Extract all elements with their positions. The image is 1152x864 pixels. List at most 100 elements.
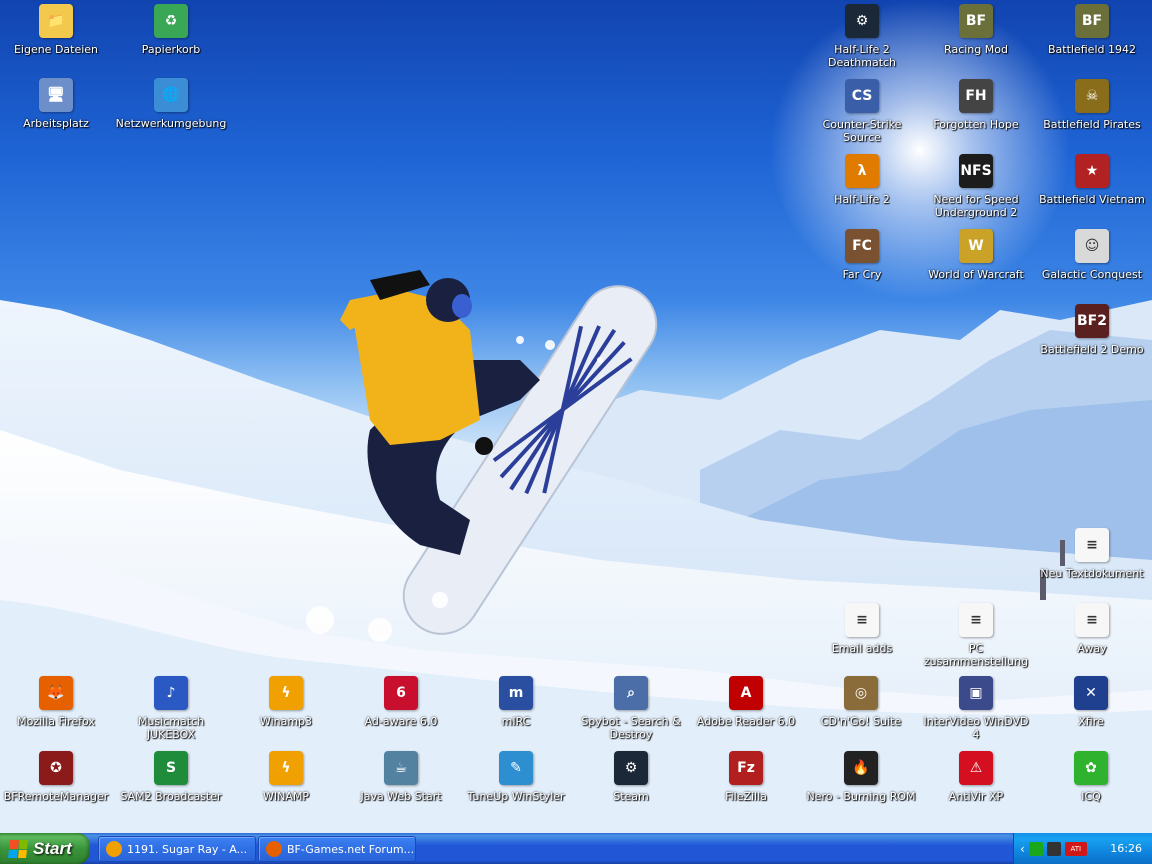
- desktop-icon-label: Half-Life 2: [834, 193, 890, 206]
- desktop-icon-antivir-xp[interactable]: ⚠ AntiVir XP: [920, 751, 1032, 821]
- computer-icon: 🖥: [39, 78, 73, 112]
- folder-icon: 📁: [39, 4, 73, 38]
- desktop-icon-label: FileZilla: [725, 790, 767, 803]
- battlefield-icon: BF2: [1075, 304, 1109, 338]
- cd-icon: ◎: [844, 676, 878, 710]
- desktop-icon-half-life-2[interactable]: λ Half-Life 2: [806, 154, 918, 224]
- nero-icon: 🔥: [844, 751, 878, 785]
- desktop-icon-winamp3[interactable]: ϟ Winamp3: [230, 676, 342, 746]
- winamp-icon: [106, 841, 122, 857]
- antivir-icon: ⚠: [959, 751, 993, 785]
- desktop-icon-cd-n-go-suite[interactable]: ◎ CD'n'Go! Suite: [805, 676, 917, 746]
- desktop-icon-mozilla-firefox[interactable]: 🦊 Mozilla Firefox: [0, 676, 112, 746]
- desktop-icon-racing-mod[interactable]: BF Racing Mod: [920, 4, 1032, 74]
- network-activity-icon[interactable]: [1028, 841, 1043, 856]
- steam-icon: ⚙: [845, 4, 879, 38]
- desktop-icon-world-of-warcraft[interactable]: W World of Warcraft: [920, 229, 1032, 299]
- desktop-icon-label: Email adds: [831, 642, 893, 655]
- desktop-icon-label: Ad-aware 6.0: [364, 715, 438, 728]
- desktop-icon-label: Nero - Burning ROM: [806, 790, 916, 803]
- desktop-icon-intervideo-windvd-4[interactable]: ▣ InterVideo WinDVD 4: [920, 676, 1032, 746]
- desktop-icon-half-life-2-deathmatch[interactable]: ⚙ Half-Life 2 Deathmatch: [806, 4, 918, 74]
- desktop-icon-label: BFRemoteManager: [3, 790, 109, 803]
- desktop-icon-nero-burning-rom[interactable]: 🔥 Nero - Burning ROM: [805, 751, 917, 821]
- desktop-icon-label: Away: [1077, 642, 1107, 655]
- start-button[interactable]: Start: [0, 833, 90, 864]
- desktop-icon-label: Battlefield 1942: [1048, 43, 1136, 56]
- far-cry-icon: FC: [845, 229, 879, 263]
- clock[interactable]: 16:26: [1110, 842, 1142, 855]
- taskbar: Start 1191. Sugar Ray - A... BF-Games.ne…: [0, 833, 1152, 864]
- desktop-icon-galactic-conquest[interactable]: ☺ Galactic Conquest: [1036, 229, 1148, 299]
- desktop-icon-filezilla[interactable]: Fz FileZilla: [690, 751, 802, 821]
- java-icon: ☕: [384, 751, 418, 785]
- desktop-icon-battlefield-pirates[interactable]: ☠ Battlefield Pirates: [1036, 79, 1148, 149]
- desktop-icon-bfremotemanager[interactable]: ✪ BFRemoteManager: [0, 751, 112, 821]
- desktop-icon-papierkorb[interactable]: ♻ Papierkorb: [115, 4, 227, 74]
- desktop-icon-adobe-reader-6-0[interactable]: A Adobe Reader 6.0: [690, 676, 802, 746]
- desktop-icon-counter-strike-source[interactable]: CS Counter-Strike Source: [806, 79, 918, 149]
- desktop-icon-away[interactable]: ≡ Away: [1036, 603, 1148, 673]
- desktop-icon-label: Half-Life 2 Deathmatch: [827, 43, 897, 69]
- mirc-icon: m: [499, 676, 533, 710]
- desktop-icon-label: CD'n'Go! Suite: [820, 715, 902, 728]
- desktop-icon-eigene-dateien[interactable]: 📁 Eigene Dateien: [0, 4, 112, 74]
- text-document-icon: ≡: [1075, 528, 1109, 562]
- desktop-icon-label: ICQ: [1081, 790, 1101, 803]
- desktop-icon-label: Spybot - Search & Destroy: [581, 715, 681, 741]
- desktop-icon-label: Far Cry: [842, 268, 882, 281]
- desktop-icon-label: Steam: [613, 790, 649, 803]
- desktop-icon-need-for-speed-underground-2[interactable]: NFS Need for Speed Underground 2: [920, 154, 1032, 224]
- desktop-icon-forgotten-hope[interactable]: FH Forgotten Hope: [920, 79, 1032, 149]
- desktop-icon-label: Papierkorb: [141, 43, 201, 56]
- desktop-icon-icq[interactable]: ✿ ICQ: [1035, 751, 1147, 821]
- desktop-icon-sam2-broadcaster[interactable]: S SAM2 Broadcaster: [115, 751, 227, 821]
- desktop-icon-mirc[interactable]: m mIRC: [460, 676, 572, 746]
- desktop-icon-steam[interactable]: ⚙ Steam: [575, 751, 687, 821]
- desktop-icon-label: Need for Speed Underground 2: [933, 193, 1019, 219]
- recycle-bin-icon: ♻: [154, 4, 188, 38]
- taskbar-button-winamp[interactable]: 1191. Sugar Ray - A...: [98, 836, 256, 862]
- network-icon: 🌐: [154, 78, 188, 112]
- desktop-icon-battlefield-1942[interactable]: BF Battlefield 1942: [1036, 4, 1148, 74]
- firefox-icon: 🦊: [39, 676, 73, 710]
- desktop-icon-pc-zusammenstellung[interactable]: ≡ PC zusammenstellung: [920, 603, 1032, 673]
- musicmatch-icon: ♪: [154, 676, 188, 710]
- pirates-icon: ☠: [1075, 79, 1109, 113]
- desktop-icon-label: Galactic Conquest: [1041, 268, 1143, 281]
- start-label: Start: [33, 838, 72, 858]
- desktop-icon-label: Netzwerkumgebung: [115, 117, 227, 130]
- desktop-icon-tuneup-winstyler[interactable]: ✎ TuneUp WinStyler: [460, 751, 572, 821]
- desktop-icon-label: SAM2 Broadcaster: [120, 790, 222, 803]
- adobe-reader-icon: A: [729, 676, 763, 710]
- task-label: 1191. Sugar Ray - A...: [127, 842, 248, 856]
- desktop-icon-java-web-start[interactable]: ☕ Java Web Start: [345, 751, 457, 821]
- desktop-icon-spybot-search-destroy[interactable]: ⌕ Spybot - Search & Destroy: [575, 676, 687, 746]
- desktop-icon-ad-aware-6-0[interactable]: 6 Ad-aware 6.0: [345, 676, 457, 746]
- desktop-icon-label: Mozilla Firefox: [17, 715, 95, 728]
- desktop-icon-label: World of Warcraft: [928, 268, 1024, 281]
- desktop-icon-battlefield-2-demo[interactable]: BF2 Battlefield 2 Demo: [1036, 304, 1148, 374]
- desktop-icon-email-adds[interactable]: ≡ Email adds: [806, 603, 918, 673]
- ad-aware-icon: 6: [384, 676, 418, 710]
- volume-icon[interactable]: [1046, 841, 1061, 856]
- ati-icon[interactable]: ATI: [1064, 841, 1087, 856]
- taskbar-button-firefox[interactable]: BF-Games.net Forum...: [258, 836, 416, 862]
- text-document-icon: ≡: [959, 603, 993, 637]
- desktop-icon-xfire[interactable]: ✕ Xfire: [1035, 676, 1147, 746]
- desktop-icon-label: InterVideo WinDVD 4: [923, 715, 1029, 741]
- desktop-icon-label: Adobe Reader 6.0: [696, 715, 796, 728]
- sam-icon: S: [154, 751, 188, 785]
- desktop-icon-musicmatch-jukebox[interactable]: ♪ Musicmatch JUKEBOX: [115, 676, 227, 746]
- desktop-icon-arbeitsplatz[interactable]: 🖥 Arbeitsplatz: [0, 78, 112, 148]
- system-tray: ‹ ATI 16:26: [1013, 833, 1152, 864]
- desktop-icon-winamp[interactable]: ϟ WINAMP: [230, 751, 342, 821]
- tuneup-icon: ✎: [499, 751, 533, 785]
- spybot-icon: ⌕: [614, 676, 648, 710]
- desktop-icon-neu-textdokument[interactable]: ≡ Neu Textdokument: [1036, 528, 1148, 598]
- desktop-icon-battlefield-vietnam[interactable]: ★ Battlefield Vietnam: [1036, 154, 1148, 224]
- tray-expand-icon[interactable]: ‹: [1020, 842, 1025, 856]
- desktop-icon-netzwerkumgebung[interactable]: 🌐 Netzwerkumgebung: [115, 78, 227, 148]
- battlefield-tank-icon: BF: [959, 4, 993, 38]
- desktop-icon-far-cry[interactable]: FC Far Cry: [806, 229, 918, 299]
